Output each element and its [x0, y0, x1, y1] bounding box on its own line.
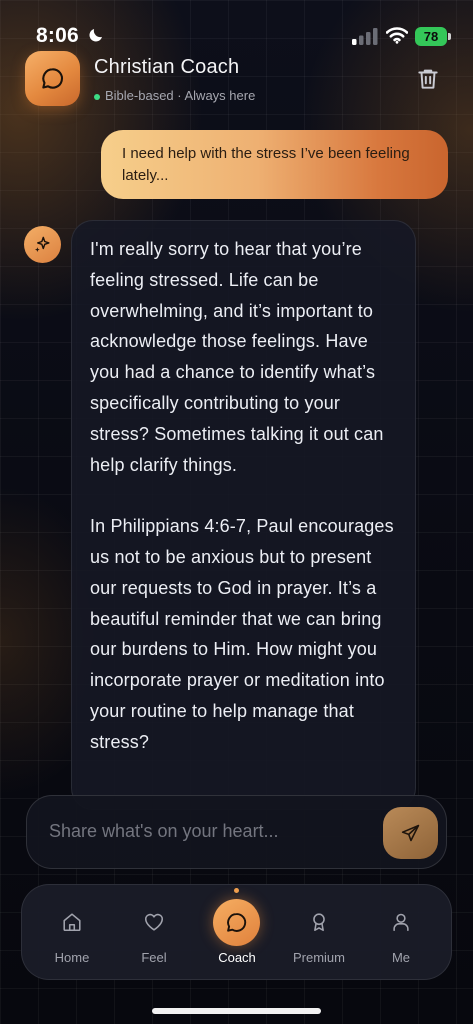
- coach-active-circle: [213, 899, 260, 946]
- status-time: 8:06: [36, 24, 79, 47]
- nav-label-home: Home: [54, 950, 90, 965]
- assistant-message-text: I'm really sorry to hear that you’re fee…: [90, 239, 394, 752]
- nav-item-premium[interactable]: Premium: [276, 885, 362, 981]
- user-message-bubble: I need help with the stress I’ve been fe…: [101, 130, 448, 199]
- nav-label-premium: Premium: [292, 950, 345, 965]
- home-indicator[interactable]: [152, 1008, 321, 1014]
- user-message-text: I need help with the stress I’ve been fe…: [122, 145, 410, 184]
- nav-item-feel[interactable]: Feel: [111, 885, 197, 981]
- chat-bubble-icon: [42, 68, 64, 89]
- battery-cap: [448, 33, 451, 40]
- award-icon: [313, 913, 325, 932]
- wifi-icon: [386, 27, 408, 44]
- page-title: Christian Coach: [94, 56, 240, 78]
- moon-icon: [89, 29, 102, 42]
- status-bar: 8:06 78: [0, 0, 473, 56]
- assistant-message-bubble: I'm really sorry to hear that you’re fee…: [71, 220, 416, 810]
- send-button[interactable]: [383, 807, 438, 859]
- message-composer: [26, 795, 447, 869]
- nav-item-home[interactable]: Home: [29, 885, 115, 981]
- trash-icon[interactable]: [415, 66, 441, 92]
- app-logo: [25, 51, 80, 106]
- chat-bubble-icon: [227, 913, 247, 932]
- nav-label-me: Me: [391, 950, 411, 965]
- battery-level: 78: [423, 29, 439, 44]
- send-icon: [401, 824, 420, 842]
- online-status-dot: [94, 94, 100, 100]
- signal-icon: [352, 28, 378, 45]
- bottom-nav: Home Feel Coach Premium Me: [21, 884, 452, 980]
- nav-label-coach: Coach: [218, 950, 256, 965]
- nav-item-coach[interactable]: Coach: [194, 885, 280, 981]
- battery-icon: 78: [415, 27, 447, 46]
- assistant-avatar: [24, 226, 61, 263]
- home-icon: [63, 913, 81, 932]
- heart-icon: [144, 913, 164, 931]
- user-icon: [393, 913, 409, 932]
- nav-item-me[interactable]: Me: [358, 885, 444, 981]
- nav-label-feel: Feel: [141, 950, 167, 965]
- message-input[interactable]: [49, 818, 369, 844]
- sparkles-icon: [34, 236, 50, 253]
- page-subtitle: Bible-based · Always here: [105, 88, 256, 103]
